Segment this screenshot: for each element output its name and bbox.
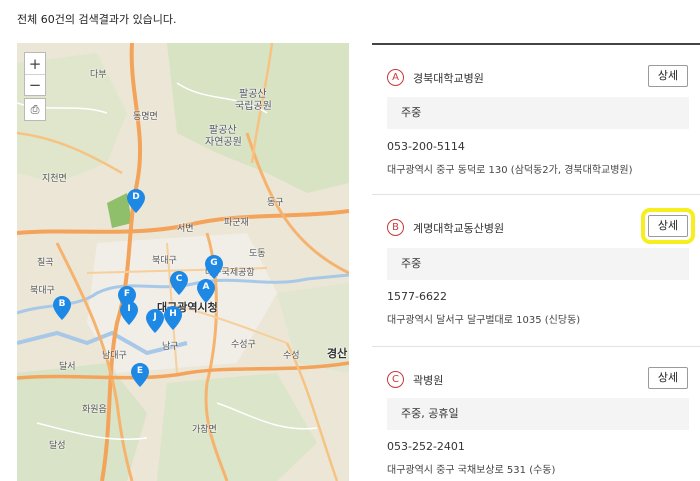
map-marker-a[interactable]: A xyxy=(197,279,215,303)
phone-number: 053-252-2401 xyxy=(387,440,465,453)
address: 대구광역시 중구 국채보상로 531 (수동) xyxy=(387,465,556,476)
zoom-controls: + − xyxy=(24,52,46,96)
map-view[interactable]: + − ⎙ 팔공산 국립공원 팔공산 자연공원 다부 동명면 지천면 칠곡 서변… xyxy=(17,43,349,481)
result-item: C 곽병원 상세 주중, 공휴일 053-252-2401 대구광역시 중구 국… xyxy=(372,347,700,481)
print-control: ⎙ xyxy=(24,98,46,121)
map-marker-h[interactable]: H xyxy=(164,306,182,330)
map-place-label: 남대구 xyxy=(102,351,127,361)
map-place-label: 동명면 xyxy=(133,112,158,122)
map-marker-e[interactable]: E xyxy=(131,363,149,387)
map-place-label: 동구 xyxy=(267,198,284,208)
result-list: A 경북대학교병원 상세 주중 053-200-5114 대구광역시 중구 동덕… xyxy=(372,43,700,481)
hospital-name[interactable]: 곽병원 xyxy=(413,372,443,388)
map-place-label: 국립공원 xyxy=(235,101,272,112)
map-place-label: 북대구 xyxy=(152,256,177,266)
detail-button[interactable]: 상세 xyxy=(648,367,688,389)
map-place-label: 달서 xyxy=(59,362,76,372)
map-marker-g[interactable]: G xyxy=(205,255,223,279)
map-background xyxy=(17,43,349,481)
department-info: 주중 xyxy=(387,248,689,280)
map-place-label: 칠곡 xyxy=(37,258,54,268)
zoom-in-button[interactable]: + xyxy=(25,53,45,74)
map-place-label: 파군재 xyxy=(224,218,249,228)
map-place-label: 수성 xyxy=(283,351,300,361)
hospital-name[interactable]: 경북대학교병원 xyxy=(413,70,484,86)
map-place-label: 자연공원 xyxy=(205,137,242,148)
map-marker-c[interactable]: C xyxy=(170,271,188,295)
detail-button[interactable]: 상세 xyxy=(648,65,688,87)
map-place-label: 북대구 xyxy=(30,286,55,296)
result-item: A 경북대학교병원 상세 주중 053-200-5114 대구광역시 중구 동덕… xyxy=(372,45,700,195)
map-marker-b[interactable]: B xyxy=(53,296,71,320)
result-letter-badge: B xyxy=(387,219,404,236)
result-letter-badge: C xyxy=(387,371,404,388)
result-count-summary: 전체 60건의 검색결과가 있습니다. xyxy=(17,13,177,26)
print-icon[interactable]: ⎙ xyxy=(25,99,45,120)
address: 대구광역시 달서구 달구벌대로 1035 (신당동) xyxy=(387,315,581,326)
department-info: 주중 xyxy=(387,97,689,129)
map-place-label: 도동 xyxy=(249,249,266,259)
hospital-name[interactable]: 계명대학교동산병원 xyxy=(413,220,504,236)
map-place-label: 수성구 xyxy=(231,340,256,350)
map-marker-j[interactable]: J xyxy=(146,309,164,333)
map-place-label: 경산 xyxy=(327,347,348,360)
map-place-label: 남구 xyxy=(162,342,179,352)
phone-number: 1577-6622 xyxy=(387,290,447,303)
map-place-label: 다부 xyxy=(90,70,107,80)
result-item: B 계명대학교동산병원 상세 주중 1577-6622 대구광역시 달서구 달구… xyxy=(372,195,700,347)
map-marker-d[interactable]: D xyxy=(127,189,145,213)
address: 대구광역시 중구 동덕로 130 (삼덕동2가, 경북대학교병원) xyxy=(387,165,633,176)
result-letter-badge: A xyxy=(387,69,404,86)
map-place-label: 가창면 xyxy=(192,425,217,435)
map-marker-i[interactable]: I xyxy=(120,301,138,325)
detail-button[interactable]: 상세 xyxy=(641,208,695,244)
department-info: 주중, 공휴일 xyxy=(387,398,689,430)
phone-number: 053-200-5114 xyxy=(387,140,465,153)
map-place-label: 화원읍 xyxy=(82,405,107,415)
map-place-label: 지천면 xyxy=(42,174,67,184)
map-place-label: 서변 xyxy=(177,224,194,234)
map-place-label: 달성 xyxy=(49,441,66,451)
zoom-out-button[interactable]: − xyxy=(25,74,45,95)
